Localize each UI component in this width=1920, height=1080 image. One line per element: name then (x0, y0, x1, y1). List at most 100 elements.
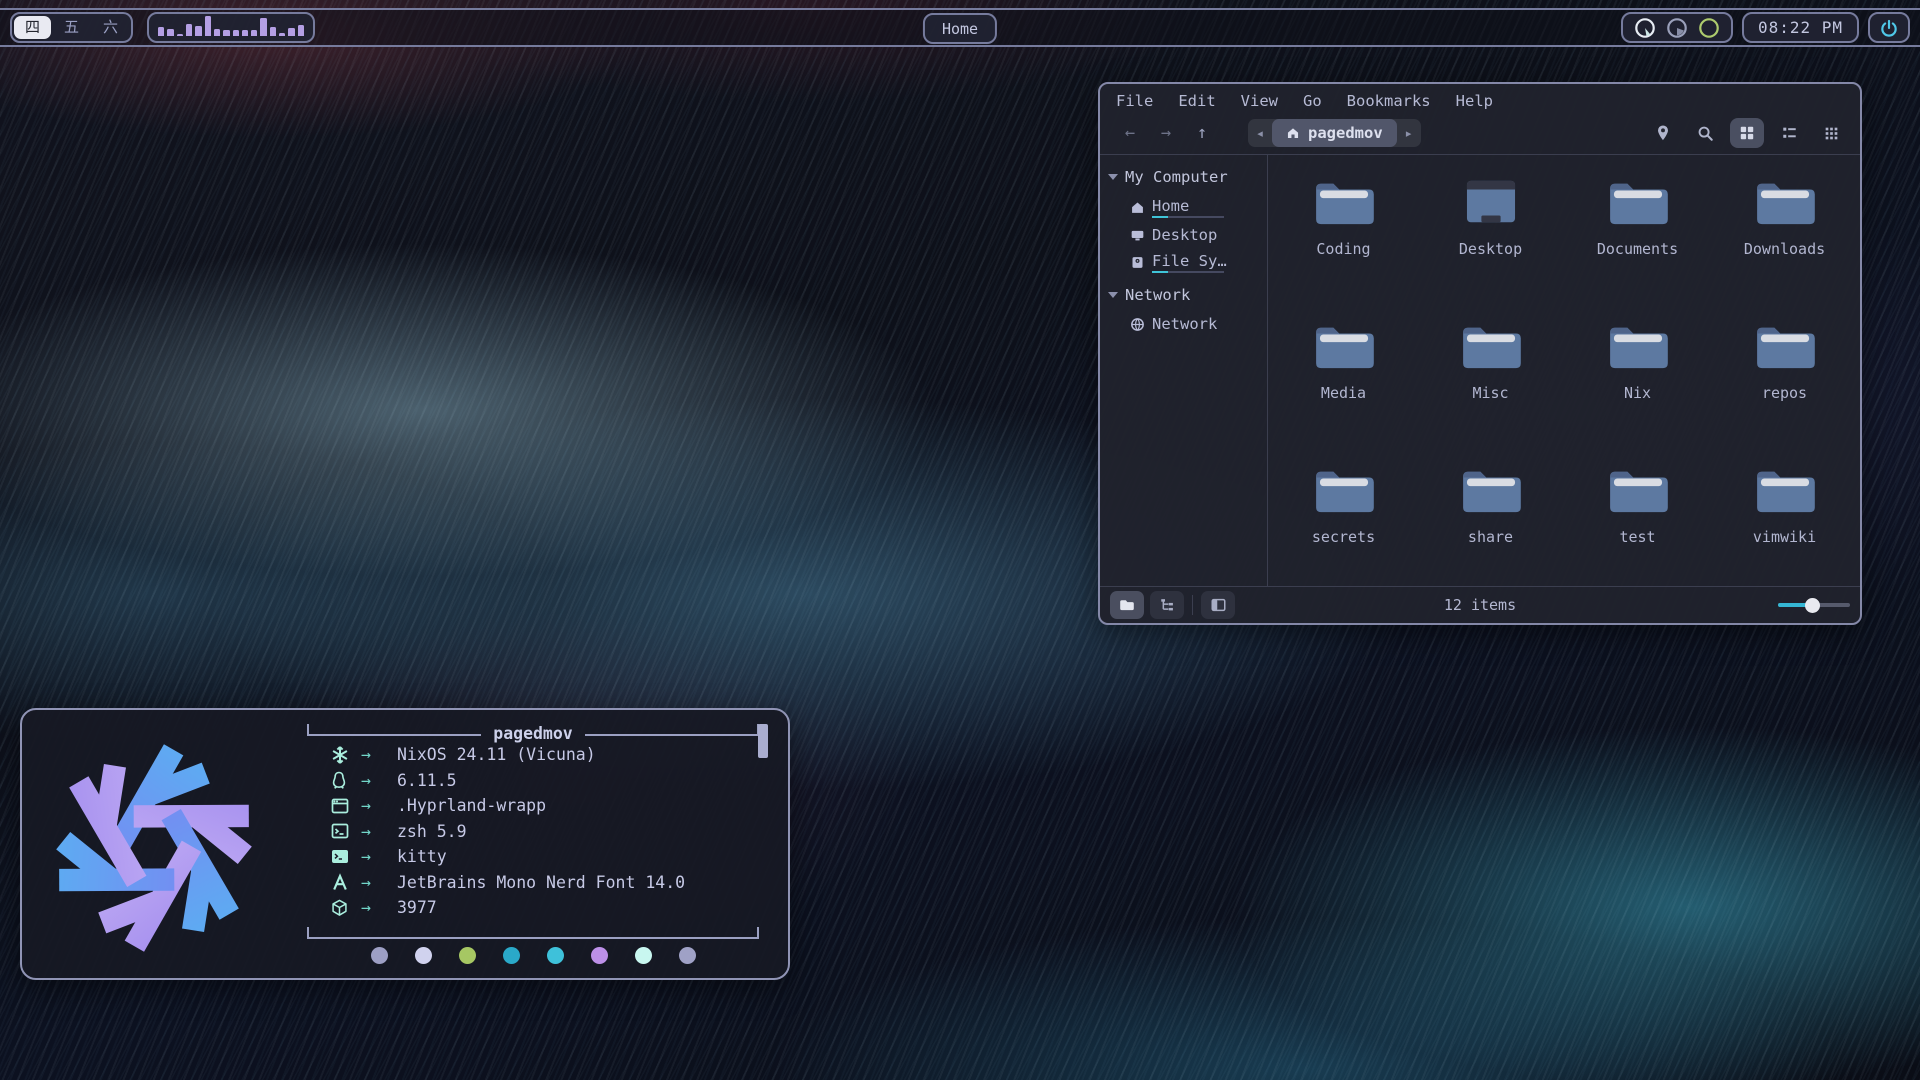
file-item-documents[interactable]: Documents (1564, 165, 1711, 309)
file-item-test[interactable]: test (1564, 453, 1711, 597)
palette-dot (591, 947, 608, 964)
arrow: → (361, 822, 397, 841)
file-item-nix[interactable]: Nix (1564, 309, 1711, 453)
visualizer-bar (158, 27, 164, 36)
file-label: test (1619, 528, 1655, 546)
file-item-desktop[interactable]: Desktop (1417, 165, 1564, 309)
compact-view-icon (1824, 126, 1839, 141)
sidebar-item-desktop[interactable]: Desktop (1106, 220, 1261, 246)
file-label: Desktop (1459, 240, 1522, 258)
menu-help[interactable]: Help (1456, 92, 1493, 110)
menu-edit[interactable]: Edit (1178, 92, 1215, 110)
font-value: JetBrains Mono Nerd Font 14.0 (397, 873, 685, 892)
os-value: NixOS 24.11 (Vicuna) (397, 745, 596, 764)
file-item-media[interactable]: Media (1270, 309, 1417, 453)
zoom-slider[interactable] (1778, 598, 1850, 612)
power-button[interactable] (1868, 12, 1910, 43)
compact-view-button[interactable] (1814, 118, 1848, 148)
clock-label: 08:22 PM (1758, 18, 1843, 37)
fastfetch-output: pagedmov → NixOS 24.11 (Vicuna) (307, 724, 759, 939)
status-bar: 12 items (1100, 586, 1860, 623)
back-button[interactable]: ← (1112, 123, 1148, 143)
section-label: My Computer (1125, 168, 1228, 186)
frame-line (309, 734, 481, 736)
menu-go[interactable]: Go (1303, 92, 1322, 110)
sidebar-item-filesystem[interactable]: File Sy… (1106, 246, 1261, 275)
slider-knob[interactable] (1805, 598, 1820, 613)
folder-icon (1316, 472, 1374, 512)
nix-snowflake-icon (331, 746, 361, 764)
file-label: Misc (1472, 384, 1508, 402)
search-button[interactable] (1688, 118, 1722, 148)
workspace-6[interactable]: 六 (92, 16, 129, 39)
sidebar-section-network[interactable]: Network (1106, 281, 1261, 309)
window-manager-icon (331, 798, 361, 814)
file-item-downloads[interactable]: Downloads (1711, 165, 1858, 309)
section-label: Network (1125, 286, 1190, 304)
terminal-value: kitty (397, 847, 447, 866)
top-bar: 四 五 六 Home (0, 8, 1920, 47)
file-item-coding[interactable]: Coding (1270, 165, 1417, 309)
visualizer-bar (195, 26, 201, 36)
desktop: 四 五 六 Home (0, 0, 1920, 1080)
file-item-repos[interactable]: repos (1711, 309, 1858, 453)
path-scroll-left-icon[interactable]: ◂ (1248, 119, 1272, 147)
info-row-terminal: → kitty (331, 844, 755, 870)
palette-dot (635, 947, 652, 964)
nixos-logo (38, 732, 270, 964)
sidebar: My Computer Home Desktop (1100, 155, 1268, 586)
up-button[interactable]: ↑ (1184, 123, 1220, 143)
power-icon (1879, 18, 1899, 38)
list-view-button[interactable] (1772, 118, 1806, 148)
info-row-font: → JetBrains Mono Nerd Font 14.0 (331, 870, 755, 896)
path-segment-home[interactable]: pagedmov (1272, 119, 1397, 147)
forward-button[interactable]: → (1148, 123, 1184, 143)
menu-bookmarks[interactable]: Bookmarks (1347, 92, 1431, 110)
file-item-misc[interactable]: Misc (1417, 309, 1564, 453)
shell-value: zsh 5.9 (397, 822, 467, 841)
dir-tree-pane-button[interactable] (1150, 591, 1184, 619)
menu-file[interactable]: File (1116, 92, 1153, 110)
sidebar-item-label: Desktop (1152, 226, 1217, 244)
location-button[interactable] (1646, 118, 1680, 148)
file-label: Media (1321, 384, 1366, 402)
system-gauges (1621, 12, 1733, 43)
terminal-color-palette (307, 947, 759, 964)
collapse-triangle-icon (1108, 292, 1118, 298)
toggle-sidepane-button[interactable] (1201, 591, 1235, 619)
icon-view-button[interactable] (1730, 118, 1764, 148)
file-label: Nix (1624, 384, 1651, 402)
info-row-os: → NixOS 24.11 (Vicuna) (331, 742, 755, 768)
clock[interactable]: 08:22 PM (1742, 12, 1859, 43)
sidebar-section-my-computer[interactable]: My Computer (1106, 163, 1261, 191)
wm-value: .Hyprland-wrapp (397, 796, 546, 815)
grid-view-icon (1739, 125, 1755, 141)
visualizer-bar (260, 18, 266, 36)
workspace-5[interactable]: 五 (53, 16, 90, 39)
search-icon (1697, 125, 1714, 142)
focused-window-label: Home (942, 20, 978, 38)
folder-icon (1463, 328, 1521, 368)
visualizer-bar (214, 29, 220, 36)
workspace-4[interactable]: 四 (14, 16, 51, 39)
menu-view[interactable]: View (1241, 92, 1278, 110)
folder-icon (1757, 328, 1815, 368)
file-label: Coding (1316, 240, 1370, 258)
sidebar-item-home[interactable]: Home (1106, 191, 1261, 220)
home-icon (1130, 200, 1145, 215)
palette-dot (679, 947, 696, 964)
folder-icon (1463, 472, 1521, 512)
audio-visualizer (147, 12, 315, 43)
sidebar-item-network[interactable]: Network (1106, 309, 1261, 335)
visualizer-bar (270, 27, 276, 36)
places-pane-button[interactable] (1110, 591, 1144, 619)
file-item-secrets[interactable]: secrets (1270, 453, 1417, 597)
file-item-vimwiki[interactable]: vimwiki (1711, 453, 1858, 597)
frame-line (309, 937, 757, 939)
folder-icon (1757, 472, 1815, 512)
list-view-icon (1781, 125, 1798, 141)
file-item-share[interactable]: share (1417, 453, 1564, 597)
path-scroll-right-icon[interactable]: ▸ (1397, 119, 1421, 147)
visualizer-bar (251, 30, 257, 36)
location-pin-icon (1655, 124, 1671, 142)
